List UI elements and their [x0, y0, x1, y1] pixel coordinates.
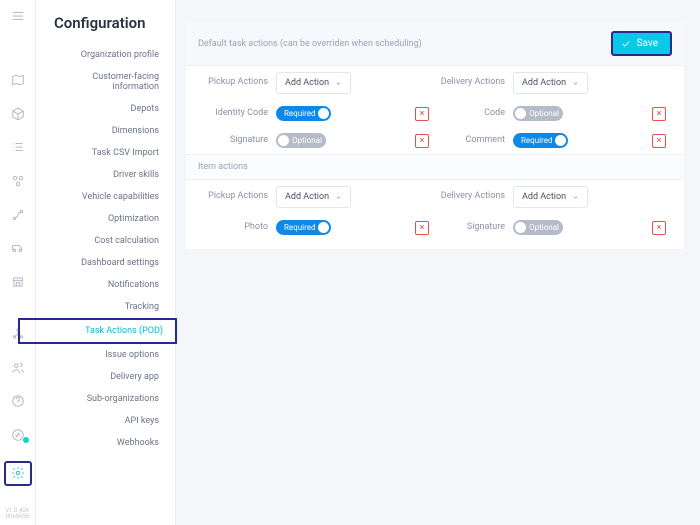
nav-dashboard-settings[interactable]: Dashboard settings: [36, 252, 175, 274]
comment-label: Comment: [435, 136, 505, 146]
nav-vehicle-capabilities[interactable]: Vehicle capabilities: [36, 186, 175, 208]
chevron-down-icon: [572, 80, 579, 87]
map-icon[interactable]: [9, 72, 27, 88]
nav-depots[interactable]: Depots: [36, 98, 175, 120]
settings-icon[interactable]: [4, 461, 32, 486]
check-icon: [621, 39, 631, 49]
default-actions-header: Default task actions (can be overriden w…: [186, 22, 684, 66]
config-nav: Organization profile Customer-facing inf…: [36, 44, 175, 454]
pickup-actions-label: Pickup Actions: [198, 78, 268, 88]
item-signature-label: Signature: [435, 223, 505, 233]
chevron-down-icon: [572, 194, 579, 201]
users-icon[interactable]: [9, 360, 27, 376]
help-icon[interactable]: [9, 393, 27, 409]
version-text: v1.0.40600e9656: [6, 508, 29, 521]
signature-label: Signature: [198, 136, 268, 146]
item-actions-header: Item actions: [186, 154, 684, 180]
nav-task-csv[interactable]: Task CSV Import: [36, 142, 175, 164]
nav-webhooks[interactable]: Webhooks: [36, 432, 175, 454]
code-toggle[interactable]: Optional: [513, 106, 563, 121]
identity-code-label: Identity Code: [198, 109, 268, 119]
delivery-actions-label: Delivery Actions: [435, 78, 505, 88]
notification-dot: [23, 437, 29, 443]
menu-icon[interactable]: [9, 8, 27, 24]
nav-api-keys[interactable]: API keys: [36, 410, 175, 432]
nav-cost-calculation[interactable]: Cost calculation: [36, 230, 175, 252]
item-delivery-actions-label: Delivery Actions: [435, 192, 505, 202]
task-actions-panel: Default task actions (can be overriden w…: [186, 22, 684, 249]
nav-task-actions-pod[interactable]: Task Actions (POD): [18, 318, 177, 344]
page-title: Configuration: [36, 0, 175, 44]
main-content: Default task actions (can be overriden w…: [176, 0, 700, 525]
chevron-down-icon: [335, 80, 342, 87]
icon-rail: v1.0.40600e9656: [0, 0, 36, 525]
vehicle-icon[interactable]: [9, 241, 27, 257]
photo-label: Photo: [198, 223, 268, 233]
nav-optimization[interactable]: Optimization: [36, 208, 175, 230]
identity-code-toggle[interactable]: Required: [276, 106, 331, 121]
list-icon[interactable]: [9, 139, 27, 155]
nav-delivery-app[interactable]: Delivery app: [36, 366, 175, 388]
signature-pickup-toggle[interactable]: Optional: [276, 133, 326, 148]
nav-organization-profile[interactable]: Organization profile: [36, 44, 175, 66]
default-actions-title: Default task actions (can be overriden w…: [198, 39, 422, 49]
delete-signature-pickup[interactable]: ×: [415, 134, 429, 148]
route-icon[interactable]: [9, 207, 27, 223]
add-delivery-action-dropdown[interactable]: Add Action: [513, 72, 588, 94]
add-pickup-action-dropdown[interactable]: Add Action: [276, 72, 351, 94]
package-icon[interactable]: [9, 106, 27, 122]
delete-identity-code[interactable]: ×: [415, 107, 429, 121]
nav-sub-orgs[interactable]: Sub-organizations: [36, 388, 175, 410]
photo-toggle[interactable]: Required: [276, 220, 331, 235]
nav-dimensions[interactable]: Dimensions: [36, 120, 175, 142]
delete-code[interactable]: ×: [652, 107, 666, 121]
config-sidebar: Configuration Organization profile Custo…: [36, 0, 176, 525]
comment-toggle[interactable]: Required: [513, 133, 568, 148]
nav-customer-facing[interactable]: Customer-facing information: [36, 66, 175, 98]
nav-notifications[interactable]: Notifications: [36, 274, 175, 296]
nav-issue-options[interactable]: Issue options: [36, 344, 175, 366]
add-item-delivery-action-dropdown[interactable]: Add Action: [513, 186, 588, 208]
nav-tracking[interactable]: Tracking: [36, 296, 175, 318]
delete-item-signature[interactable]: ×: [652, 221, 666, 235]
item-pickup-actions-label: Pickup Actions: [198, 192, 268, 202]
item-signature-toggle[interactable]: Optional: [513, 220, 563, 235]
drivers-icon[interactable]: [9, 173, 27, 189]
save-button[interactable]: Save: [611, 31, 672, 56]
delete-comment[interactable]: ×: [652, 134, 666, 148]
nav-driver-skills[interactable]: Driver skills: [36, 164, 175, 186]
store-icon[interactable]: [9, 274, 27, 290]
delete-photo[interactable]: ×: [415, 221, 429, 235]
chevron-down-icon: [335, 194, 342, 201]
code-label: Code: [435, 109, 505, 119]
add-item-pickup-action-dropdown[interactable]: Add Action: [276, 186, 351, 208]
